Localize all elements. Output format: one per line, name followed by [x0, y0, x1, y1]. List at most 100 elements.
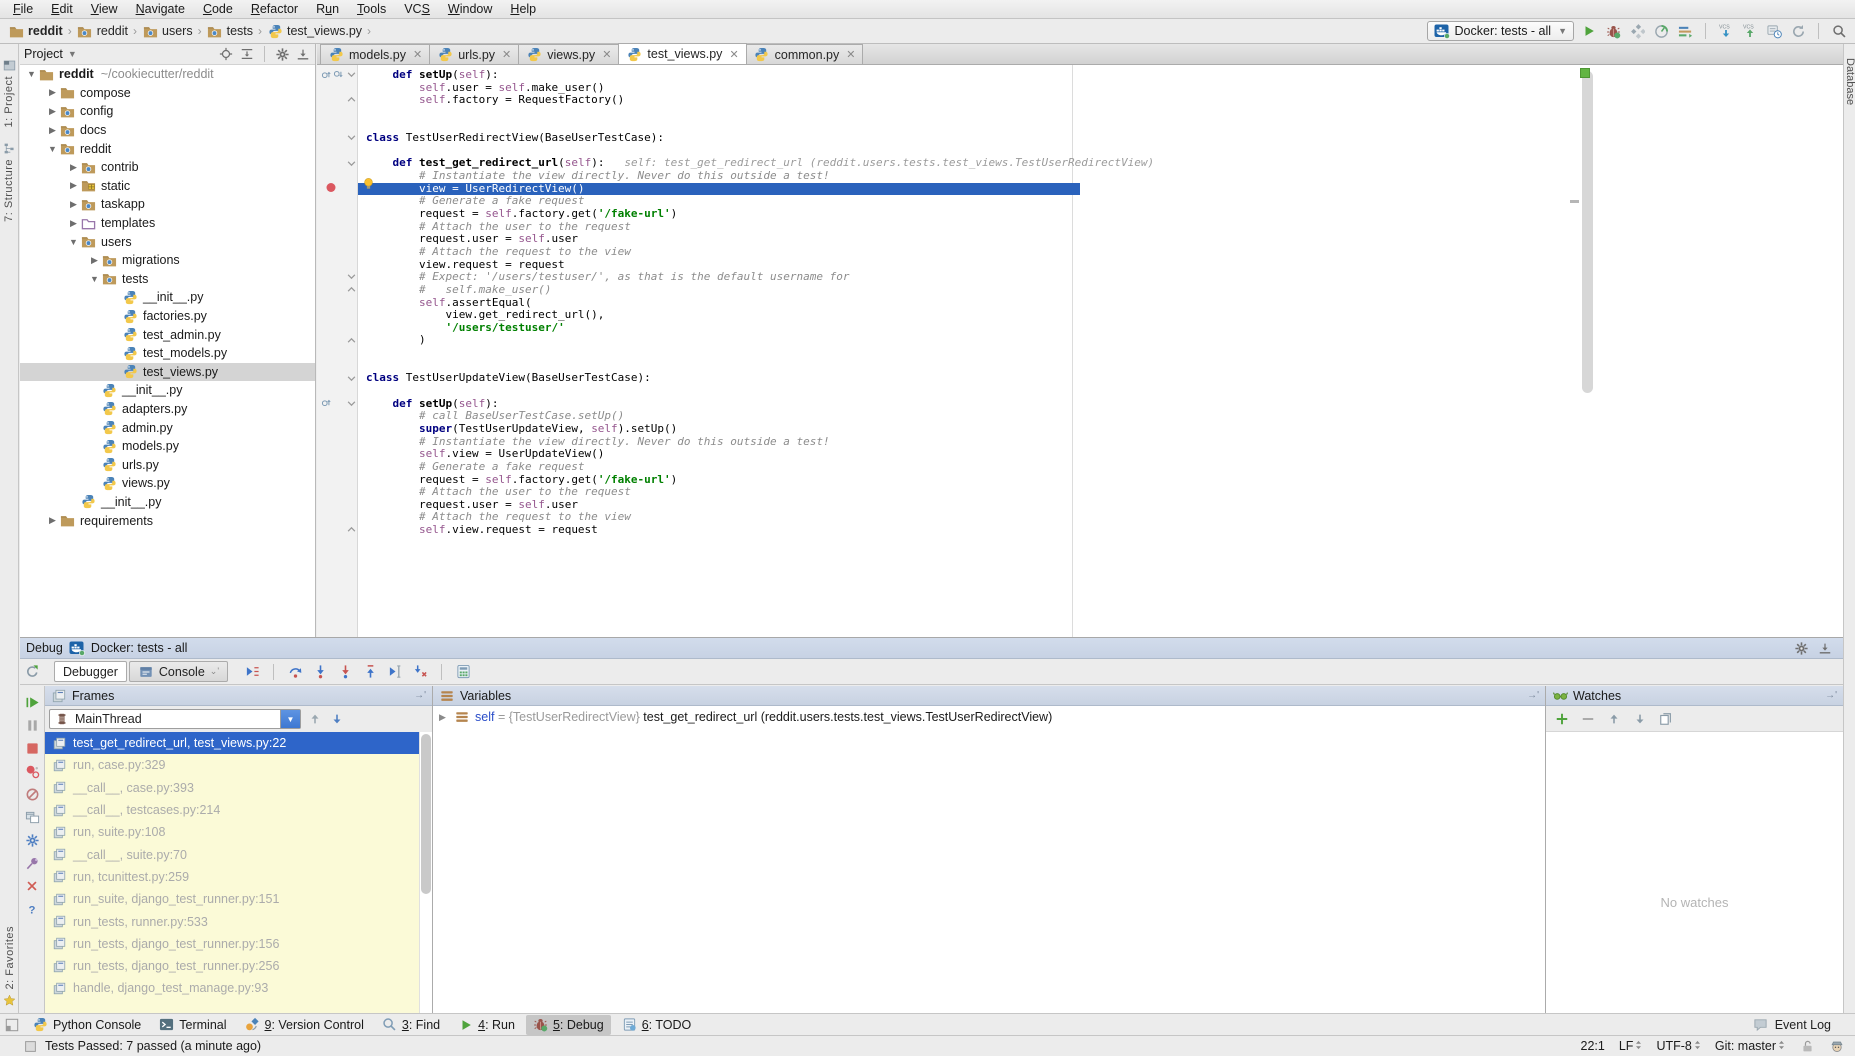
code-line-4[interactable] [358, 107, 1843, 120]
tree-item-__init__-py[interactable]: __init__.py [20, 493, 315, 512]
expand-arrow-icon[interactable]: ▶ [439, 712, 449, 723]
intention-bulb-icon[interactable] [360, 176, 376, 192]
fold-down-icon[interactable] [347, 272, 356, 281]
step-into-icon[interactable] [312, 664, 328, 680]
git-branch-select[interactable]: Git: master [1715, 1039, 1785, 1053]
recent-changes-icon[interactable] [1766, 23, 1782, 39]
code-line-20[interactable]: view.get_redirect_url(), [358, 309, 1843, 322]
tree-closed-arrow-icon[interactable]: ▶ [67, 218, 80, 229]
menu-refactor[interactable]: Refactor [242, 2, 307, 16]
code-line-22[interactable]: ) [358, 334, 1843, 347]
stack-frame[interactable]: run_tests, django_test_runner.py:156 [45, 933, 432, 955]
close-icon[interactable]: ✕ [729, 48, 738, 61]
stack-frame[interactable]: handle, django_test_manage.py:93 [45, 977, 432, 999]
tree-item-views-py[interactable]: views.py [20, 474, 315, 493]
code-line-37[interactable]: self.view.request = request [358, 524, 1843, 537]
revert-icon[interactable] [1790, 23, 1806, 39]
hector-icon[interactable] [1829, 1038, 1845, 1054]
tree-item-taskapp[interactable]: ▶taskapp [20, 195, 315, 214]
tab-1-project[interactable]: 1: Project [0, 58, 21, 127]
remove-watch-icon[interactable] [1580, 711, 1596, 727]
tree-item-templates[interactable]: ▶templates [20, 214, 315, 233]
frames-scrollbar[interactable] [419, 732, 432, 1013]
editor-tab-views.py[interactable]: views.py✕ [518, 44, 619, 64]
tree-item-compose[interactable]: ▶compose [20, 84, 315, 103]
tree-item-docs[interactable]: ▶docs [20, 121, 315, 140]
fold-down-icon[interactable] [347, 70, 356, 79]
override-up-icon[interactable] [320, 68, 332, 80]
code-line-6[interactable]: class TestUserRedirectView(BaseUserTestC… [358, 132, 1843, 145]
run-configuration-select[interactable]: Docker: tests - all ▼ [1427, 21, 1574, 41]
tree-open-arrow-icon[interactable]: ▼ [46, 144, 59, 154]
breadcrumb-item[interactable]: reddit [77, 23, 128, 39]
breadcrumb-item[interactable]: reddit [8, 23, 63, 39]
editor-tab-models.py[interactable]: models.py✕ [320, 44, 430, 64]
show-execution-point-icon[interactable] [244, 664, 260, 680]
chevron-down-icon[interactable]: ▼ [280, 710, 300, 728]
event-log-button[interactable]: Event Log [1753, 1017, 1831, 1033]
fold-up-icon[interactable] [347, 525, 356, 534]
toolwindow-button-find[interactable]: 3: Find [375, 1015, 447, 1035]
tree-item-users[interactable]: ▼users [20, 232, 315, 251]
scroll-from-source-icon[interactable] [239, 46, 255, 62]
caret-position[interactable]: 22:1 [1581, 1039, 1605, 1053]
menu-run[interactable]: Run [307, 2, 348, 16]
code-line-15[interactable]: # Attach the request to the view [358, 246, 1843, 259]
run-icon[interactable] [1581, 23, 1597, 39]
tree-item-requirements[interactable]: ▶requirements [20, 511, 315, 530]
debug-icon[interactable] [1605, 23, 1621, 39]
close-icon[interactable]: ✕ [602, 48, 611, 61]
stack-frame[interactable]: __call__, suite.py:70 [45, 843, 432, 865]
code-line-21[interactable]: '/users/testuser/' [358, 322, 1843, 335]
stop-icon[interactable] [24, 740, 40, 756]
settings-icon[interactable] [24, 832, 40, 848]
menu-file[interactable]: File [4, 2, 42, 16]
tree-item-reddit[interactable]: ▼reddit~/cookiecutter/reddit [20, 65, 315, 84]
line-separator-select[interactable]: LF [1619, 1039, 1643, 1053]
tree-item-contrib[interactable]: ▶contrib [20, 158, 315, 177]
editor-tab-test_views.py[interactable]: test_views.py✕ [618, 43, 746, 64]
tree-item-admin-py[interactable]: admin.py [20, 418, 315, 437]
stack-frame[interactable]: run, suite.py:108 [45, 821, 432, 843]
tree-item-adapters-py[interactable]: adapters.py [20, 400, 315, 419]
tree-item-models-py[interactable]: models.py [20, 437, 315, 456]
override-down-icon[interactable] [332, 68, 344, 80]
vcs-commit-icon[interactable]: VCS [1742, 23, 1758, 39]
breadcrumb-item[interactable]: test_views.py [267, 23, 362, 39]
thread-selector[interactable]: MainThread ▼ [49, 709, 301, 729]
view-breakpoints-icon[interactable] [24, 763, 40, 779]
close-icon[interactable] [24, 878, 40, 894]
code-editor[interactable]: def setUp(self): self.user = self.make_u… [358, 65, 1843, 637]
tree-closed-arrow-icon[interactable]: ▶ [67, 180, 80, 191]
step-into-my-code-icon[interactable] [412, 664, 428, 680]
stack-frame[interactable]: run, case.py:329 [45, 754, 432, 776]
toolwindow-button-debug[interactable]: 5: Debug [526, 1015, 611, 1035]
tree-closed-arrow-icon[interactable]: ▶ [67, 199, 80, 210]
add-watch-icon[interactable] [1554, 711, 1570, 727]
tree-item-test_admin-py[interactable]: test_admin.py [20, 325, 315, 344]
tree-open-arrow-icon[interactable]: ▼ [25, 69, 38, 79]
rerun-icon[interactable] [24, 664, 40, 680]
toolwindow-button-run[interactable]: 4: Run [451, 1015, 522, 1035]
stack-frame[interactable]: test_get_redirect_url, test_views.py:22 [45, 732, 432, 754]
menu-edit[interactable]: Edit [42, 2, 82, 16]
gear-icon[interactable] [274, 46, 290, 62]
editor-scrollbar[interactable] [1582, 71, 1593, 393]
move-down-icon[interactable] [1632, 711, 1648, 727]
frame-down-icon[interactable] [329, 711, 345, 727]
tree-item-factories-py[interactable]: factories.py [20, 307, 315, 326]
toolwindow-button-todo[interactable]: 6: TODO [615, 1015, 699, 1035]
step-out-icon[interactable] [362, 664, 378, 680]
coverage-report-icon[interactable] [1677, 23, 1693, 39]
fold-down-icon[interactable] [347, 159, 356, 168]
toolwindow-button-version-control[interactable]: 9: Version Control [238, 1015, 371, 1035]
evaluate-expression-icon[interactable] [455, 664, 471, 680]
help-icon[interactable]: ? [24, 901, 40, 917]
stack-frame[interactable]: run_tests, runner.py:533 [45, 910, 432, 932]
encoding-select[interactable]: UTF-8 [1656, 1039, 1700, 1053]
project-view-select[interactable]: Project▼ [24, 47, 77, 61]
code-line-23[interactable] [358, 347, 1843, 360]
pin-icon[interactable] [24, 855, 40, 871]
fold-up-icon[interactable] [347, 285, 356, 294]
menu-view[interactable]: View [82, 2, 127, 16]
